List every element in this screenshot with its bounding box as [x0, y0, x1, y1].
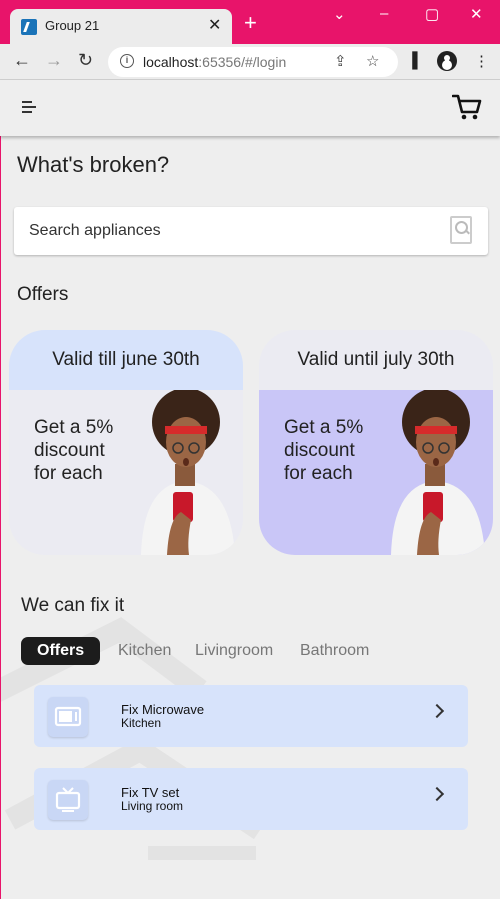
- flutter-favicon-icon: [21, 19, 37, 35]
- list-item[interactable]: Fix TV set Living room: [34, 768, 468, 830]
- cart-icon[interactable]: [452, 93, 482, 121]
- tab-kitchen[interactable]: Kitchen: [118, 637, 171, 665]
- back-arrow-icon[interactable]: ←: [13, 50, 31, 71]
- site-info-icon[interactable]: i: [120, 54, 134, 68]
- share-icon[interactable]: ⇪: [334, 52, 347, 70]
- menu-icon[interactable]: [22, 100, 36, 114]
- more-menu-icon[interactable]: ⋮: [474, 52, 489, 70]
- close-window-button[interactable]: ✕: [470, 5, 483, 23]
- new-tab-button[interactable]: +: [244, 12, 257, 34]
- window-border: [0, 80, 1, 899]
- chevron-right-icon: [429, 786, 445, 802]
- tab-livingroom[interactable]: Livingroom: [195, 637, 273, 665]
- offer-text: Get a 5% discount for each: [34, 417, 114, 484]
- maximize-button[interactable]: ▢: [425, 5, 439, 23]
- service-title: Fix TV set: [121, 785, 180, 800]
- tab-title: Group 21: [45, 18, 100, 33]
- chevron-right-icon: [429, 703, 445, 719]
- search-placeholder: Search appliances: [29, 222, 161, 239]
- browser-tab[interactable]: Group 21 ✕: [10, 9, 232, 44]
- offer-validity: Valid until july 30th: [259, 330, 493, 390]
- offer-text: Get a 5% discount for each: [284, 417, 364, 484]
- tab-close-icon[interactable]: ✕: [208, 15, 221, 35]
- address-bar[interactable]: i localhost:65356/#/login ⇪ ☆: [108, 47, 398, 77]
- offer-validity: Valid till june 30th: [9, 330, 243, 390]
- service-subtitle: Living room: [121, 799, 184, 813]
- tv-icon: [48, 780, 88, 820]
- bookmark-star-icon[interactable]: ☆: [366, 52, 379, 70]
- side-panel-icon[interactable]: ▐: [407, 52, 418, 69]
- offer-card[interactable]: Valid until july 30th Get a 5% discount …: [259, 330, 493, 555]
- minimize-button[interactable]: –: [380, 5, 388, 22]
- list-item[interactable]: Fix Microwave Kitchen: [34, 685, 468, 747]
- search-icon[interactable]: [450, 216, 472, 244]
- woman-with-phone-image: [141, 390, 235, 555]
- forward-arrow-icon[interactable]: →: [45, 50, 63, 71]
- browser-titlebar: Group 21 ✕ + ⌄ – ▢ ✕: [0, 0, 500, 44]
- page-title: What's broken?: [17, 152, 170, 177]
- offers-heading: Offers: [17, 284, 69, 305]
- tab-bathroom[interactable]: Bathroom: [300, 637, 369, 665]
- tab-offers[interactable]: Offers: [21, 637, 101, 665]
- url-text: localhost:65356/#/login: [143, 54, 287, 70]
- browser-toolbar: ← → ↻ i localhost:65356/#/login ⇪ ☆ ▐ ⋮: [0, 44, 500, 80]
- search-input[interactable]: Search appliances: [14, 207, 488, 255]
- woman-with-phone-image: [391, 390, 485, 555]
- service-title: Fix Microwave: [121, 702, 205, 717]
- fix-heading: We can fix it: [21, 595, 125, 616]
- service-subtitle: Kitchen: [121, 716, 162, 730]
- offer-card[interactable]: Valid till june 30th Get a 5% discount f…: [9, 330, 243, 555]
- tab-search-icon[interactable]: ⌄: [333, 5, 346, 23]
- microwave-icon: [48, 697, 88, 737]
- profile-avatar-icon[interactable]: [437, 51, 457, 71]
- reload-icon[interactable]: ↻: [78, 50, 93, 71]
- app-bar: [0, 80, 500, 136]
